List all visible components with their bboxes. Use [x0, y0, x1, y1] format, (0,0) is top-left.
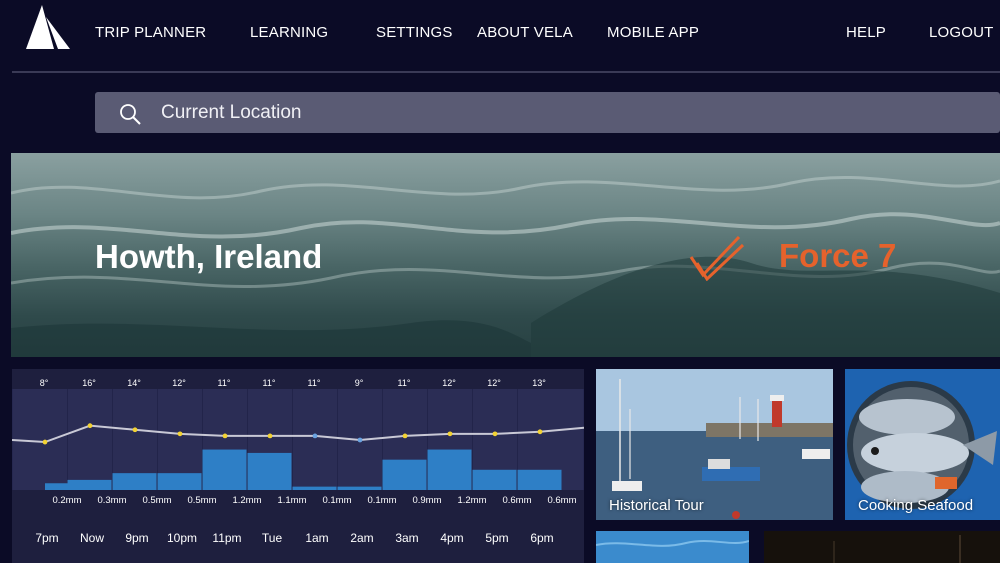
forecast-time-label: Tue [261, 531, 283, 545]
nav-learning[interactable]: LEARNING [250, 24, 328, 41]
forecast-time-label: 10pm [166, 531, 198, 545]
forecast-time-label: 7pm [35, 531, 59, 545]
nav-help[interactable]: HELP [846, 24, 886, 41]
precipitation-bar [202, 449, 247, 490]
temperature-label: 14° [127, 378, 141, 388]
search-input[interactable] [161, 92, 981, 133]
temperature-label: 8° [40, 378, 49, 388]
nav-about-vela[interactable]: ABOUT VELA [477, 24, 573, 41]
temperature-label: 16° [82, 378, 96, 388]
precipitation-bar [517, 469, 562, 490]
vela-logo[interactable] [24, 5, 70, 49]
precipitation-bar [67, 479, 112, 490]
nav-settings[interactable]: SETTINGS [376, 24, 453, 41]
temperature-label: 11° [263, 378, 276, 388]
top-nav: TRIP PLANNER LEARNING SETTINGS ABOUT VEL… [0, 0, 1000, 73]
forecast-time-label: 3am [395, 531, 419, 545]
tile-label: Historical Tour [609, 497, 704, 514]
tile-cooking-seafood[interactable]: Cooking Seafood [845, 369, 1000, 520]
forecast-time-label: 4pm [440, 531, 464, 545]
precipitation-label: 1.1mm [277, 495, 306, 506]
precipitation-bar [247, 452, 292, 490]
precipitation-bar [382, 459, 427, 490]
temperature-point [402, 433, 408, 439]
precipitation-label: 0.5mm [142, 495, 171, 506]
precipitation-bar [337, 486, 382, 490]
precipitation-bar [427, 449, 472, 490]
location-hero: Howth, Ireland Force 7 [11, 153, 1000, 357]
nav-mobile-app[interactable]: MOBILE APP [607, 24, 699, 41]
temperature-label: 12° [487, 378, 501, 388]
precipitation-bar [472, 469, 517, 490]
temperature-label: 11° [218, 378, 231, 388]
forecast-time-label: 9pm [125, 531, 149, 545]
precipitation-label: 1.2mm [232, 495, 261, 506]
temperature-label: 13° [532, 378, 546, 388]
search-icon[interactable] [119, 103, 141, 125]
temperature-point [312, 433, 318, 439]
precipitation-label: 0.9mm [412, 495, 441, 506]
precipitation-label: 0.5mm [187, 495, 216, 506]
temperature-label: 11° [398, 378, 411, 388]
tile-sea-photo[interactable] [596, 531, 749, 563]
temperature-point [267, 433, 273, 439]
precipitation-label: 0.1mm [322, 495, 351, 506]
tile-label: Cooking Seafood [858, 497, 974, 514]
forecast-time-label: 6pm [530, 531, 554, 545]
temperature-point [537, 429, 543, 435]
location-title: Howth, Ireland [95, 238, 323, 275]
wind-force-label: Force 7 [779, 237, 897, 274]
temperature-point [132, 427, 138, 433]
tile-night-harbour[interactable] [764, 531, 1000, 563]
temperature-point [492, 431, 498, 437]
temperature-point [87, 423, 93, 429]
precipitation-label: 0.1mm [367, 495, 396, 506]
precipitation-label: 0.6mm [502, 495, 531, 506]
temperature-label: 12° [442, 378, 456, 388]
temperature-label: 9° [355, 378, 364, 388]
temperature-point [357, 437, 363, 443]
precipitation-bar [112, 473, 157, 490]
precipitation-bar [292, 486, 337, 490]
tile-historical-tour[interactable]: Historical Tour [596, 369, 833, 520]
forecast-time-label: 5pm [485, 531, 509, 545]
sea-image [596, 531, 749, 563]
forecast-time-label: 11pm [212, 531, 242, 545]
precipitation-label: 0.2mm [52, 495, 81, 506]
temperature-label: 11° [308, 378, 321, 388]
temperature-point [447, 431, 453, 437]
precipitation-label: 0.3mm [97, 495, 126, 506]
temperature-point [177, 431, 183, 437]
nav-divider [12, 71, 1000, 73]
temperature-label: 12° [172, 378, 186, 388]
nav-logout[interactable]: LOGOUT [929, 24, 994, 41]
hourly-forecast-chart: 8° 16° 14° 12° 11° 11° 11° 9° 11° 12° 12° 13° 0.2mm 0… [12, 369, 584, 563]
location-search-bar[interactable] [95, 92, 1000, 133]
night-harbour-image [764, 531, 1000, 563]
forecast-time-label: 2am [350, 531, 374, 545]
forecast-time-label: Now [79, 531, 105, 545]
temperature-point [222, 433, 228, 439]
nav-trip-planner[interactable]: TRIP PLANNER [95, 24, 206, 41]
precipitation-bar [157, 473, 202, 490]
precipitation-label: 1.2mm [457, 495, 486, 506]
forecast-time-label: 1am [305, 531, 329, 545]
precipitation-label: 0.6mm [547, 495, 576, 506]
wind-direction-icon [689, 235, 745, 281]
temperature-point [42, 439, 48, 445]
